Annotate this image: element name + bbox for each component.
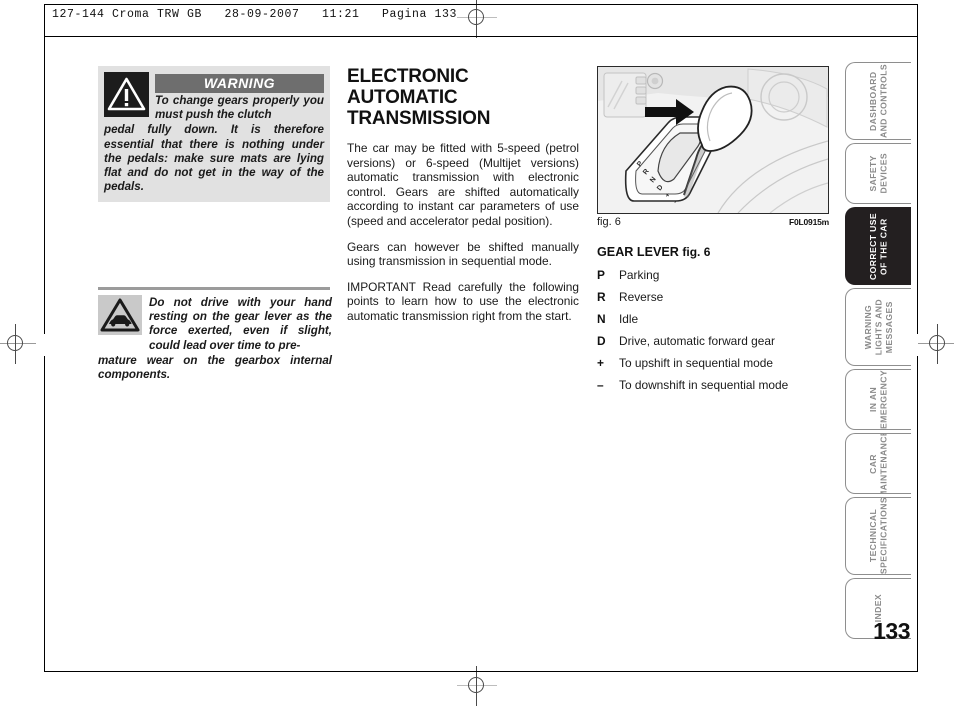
body-paragraph-3: IMPORTANT Read carefully the following p… <box>347 279 579 323</box>
body-paragraph-1: The car may be fitted with 5-speed (petr… <box>347 141 579 228</box>
gear-key: N <box>597 312 606 326</box>
tab-safety-devices[interactable]: SAFETY DEVICES <box>845 143 911 204</box>
gear-lever-figure: P R N D + - <box>597 66 829 214</box>
figure-label: fig. 6 <box>597 216 621 228</box>
gear-lever-list: P Parking R Reverse N Idle D Drive, auto… <box>597 268 829 392</box>
warning-plain-text-body: mature wear on the gearbox internal comp… <box>98 353 332 382</box>
gear-key: + <box>597 356 604 370</box>
figure-caption-row: fig. 6 F0L0915m <box>597 216 829 232</box>
frame-rule-right-lower <box>917 356 918 672</box>
gear-lever-title-text: GEAR LEVER <box>597 245 679 259</box>
crop-mark-left <box>0 324 36 364</box>
figure-code: F0L0915m <box>789 217 829 227</box>
warning-plain-text-lead: Do not drive with your hand resting on t… <box>149 296 332 352</box>
section-divider <box>98 287 330 290</box>
tab-car-maintenance[interactable]: CAR MAINTENANCE <box>845 433 911 494</box>
warning-box: WARNING To change gears properly you mus… <box>98 66 330 203</box>
gear-lever-row-d: D Drive, automatic forward gear <box>597 334 829 348</box>
gear-key: R <box>597 290 606 304</box>
warning-plain-lead-wrap: Do not drive with your hand resting on t… <box>149 295 332 353</box>
page-title: ELECTRONIC AUTOMATIC TRANSMISSION <box>347 66 491 129</box>
gear-lever-row-n: N Idle <box>597 312 829 326</box>
warning-text-body: pedal fully down. It is therefore essent… <box>104 123 324 194</box>
tab-technical-specifications[interactable]: TECHNICAL SPECIFICATIONS <box>845 497 911 575</box>
frame-rule-bottom <box>44 671 918 672</box>
gear-key: D <box>597 334 606 348</box>
left-column: WARNING To change gears properly you mus… <box>98 66 330 203</box>
crop-mark-top <box>457 0 497 38</box>
tab-label: CAR MAINTENANCE <box>868 433 889 494</box>
thumb-index-tabs: DASHBOARD AND CONTROLS SAFETY DEVICES CO… <box>845 62 911 642</box>
warning-plain-header: Do not drive with your hand resting on t… <box>98 295 332 353</box>
middle-column: ELECTRONIC AUTOMATIC TRANSMISSION The ca… <box>347 66 579 335</box>
right-column: P R N D + - fig. 6 F0L0915m GEAR LEVER f… <box>597 66 829 400</box>
crop-mark-bottom <box>457 666 497 706</box>
gear-value: Idle <box>619 312 639 326</box>
warning-banner: WARNING <box>155 74 324 93</box>
warning-triangle-icon <box>104 72 149 117</box>
gear-lever-row-plus: + To upshift in sequential mode <box>597 356 829 370</box>
frame-rule-header-divider <box>44 36 918 37</box>
frame-rule-right-upper <box>917 4 918 334</box>
tab-label: IN AN EMERGENCY <box>868 370 889 429</box>
car-in-triangle-icon <box>98 295 142 335</box>
tab-label: TECHNICAL SPECIFICATIONS <box>868 497 889 575</box>
frame-rule-left-lower <box>44 356 45 672</box>
warning-box-header: WARNING To change gears properly you mus… <box>104 72 324 122</box>
warning-box-head-text: WARNING To change gears properly you mus… <box>155 72 324 122</box>
page-number: 133 <box>873 618 910 644</box>
running-header: 127-144 Croma TRW GB 28-09-2007 11:21 Pa… <box>52 8 458 21</box>
frame-rule-top <box>44 4 918 5</box>
gear-lever-title: GEAR LEVER fig. 6 <box>597 245 829 259</box>
gear-value: Parking <box>619 268 660 282</box>
tab-label: WARNING LIGHTS AND MESSAGES <box>862 298 894 356</box>
tab-dashboard-and-controls[interactable]: DASHBOARD AND CONTROLS <box>845 62 911 140</box>
warning-text-lead: To change gears properly you must push t… <box>155 94 324 122</box>
gear-lever-row-p: P Parking <box>597 268 829 282</box>
tab-label: DASHBOARD AND CONTROLS <box>868 63 889 139</box>
gear-value: Drive, automatic forward gear <box>619 334 775 348</box>
gear-value: To downshift in sequential mode <box>619 378 789 392</box>
gear-value: To upshift in sequential mode <box>619 356 774 370</box>
gear-key: – <box>597 378 604 392</box>
gear-key: P <box>597 268 605 282</box>
tab-warning-lights-and-messages[interactable]: WARNING LIGHTS AND MESSAGES <box>845 288 911 366</box>
gear-lever-row-r: R Reverse <box>597 290 829 304</box>
tab-correct-use-of-the-car[interactable]: CORRECT USE OF THE CAR <box>845 207 911 285</box>
tab-in-an-emergency[interactable]: IN AN EMERGENCY <box>845 369 911 430</box>
warning-plain: Do not drive with your hand resting on t… <box>98 295 332 382</box>
body-paragraph-2: Gears can however be shifted manually us… <box>347 239 579 269</box>
gear-lever-row-minus: – To downshift in sequential mode <box>597 378 829 392</box>
frame-rule-left-upper <box>44 4 45 334</box>
tab-label: SAFETY DEVICES <box>868 153 889 194</box>
gear-lever-title-figref: fig. 6 <box>682 245 711 259</box>
tab-label: CORRECT USE OF THE CAR <box>868 212 889 280</box>
gear-value: Reverse <box>619 290 664 304</box>
crop-mark-right <box>918 324 954 364</box>
